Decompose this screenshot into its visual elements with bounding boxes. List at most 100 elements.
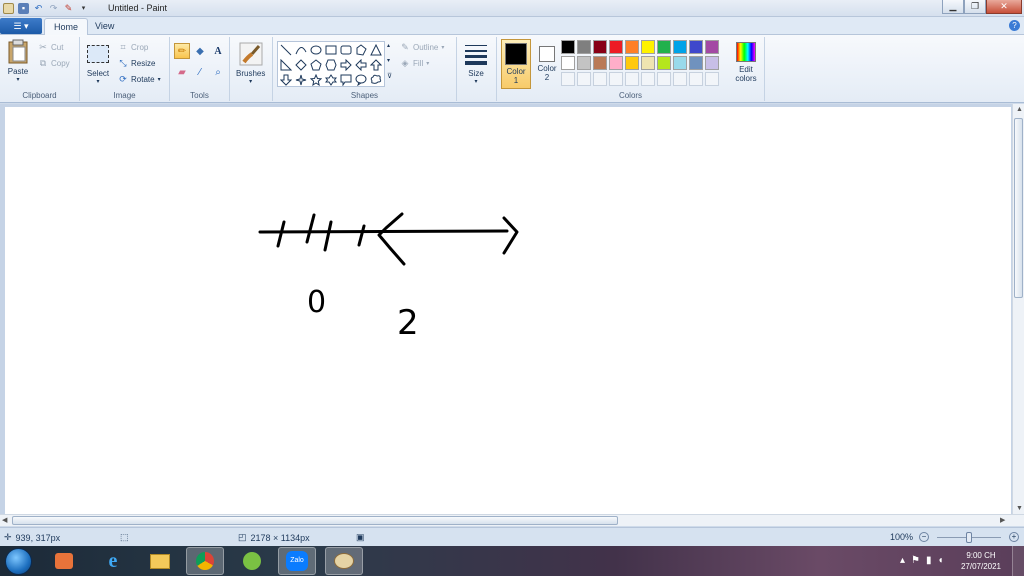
qat-dropdown-icon[interactable]: ▾ xyxy=(78,3,89,14)
palette-color-swatch[interactable] xyxy=(593,56,607,70)
taskbar-paint[interactable] xyxy=(325,547,363,575)
taskbar-internet-explorer[interactable]: e xyxy=(94,547,132,575)
palette-color-swatch[interactable] xyxy=(593,40,607,54)
pencil-tool[interactable]: ✏ xyxy=(174,43,190,59)
scroll-up-arrow-icon[interactable]: ▲ xyxy=(1016,106,1023,113)
color1-selector[interactable]: Color 1 xyxy=(501,39,531,89)
scroll-right-arrow-icon[interactable]: ▶ xyxy=(1000,516,1005,524)
palette-color-swatch[interactable] xyxy=(657,40,671,54)
zoom-in-icon[interactable]: + xyxy=(1009,532,1019,542)
shapes-scroll-down[interactable]: ▾ xyxy=(387,57,390,64)
oval-shape-icon[interactable] xyxy=(309,43,323,57)
volume-icon[interactable]: ◖ xyxy=(938,555,944,566)
copy-button[interactable]: ⧉ Copy xyxy=(38,58,70,68)
clock[interactable]: 9:00 CH 27/07/2021 xyxy=(957,550,1005,572)
diamond-shape-icon[interactable] xyxy=(294,58,308,72)
outline-button[interactable]: ✎ Outline ▾ xyxy=(400,42,444,52)
eraser-tool[interactable]: ▰ xyxy=(174,64,190,80)
close-button[interactable]: ✕ xyxy=(986,0,1022,14)
restore-button[interactable]: ❐ xyxy=(964,0,986,14)
five-point-star-shape-icon[interactable] xyxy=(309,73,323,87)
palette-color-swatch[interactable] xyxy=(609,40,623,54)
palette-custom-slot[interactable] xyxy=(609,72,623,86)
palette-color-swatch[interactable] xyxy=(625,56,639,70)
text-tool[interactable]: A xyxy=(210,43,226,59)
color-picker-tool[interactable]: ⁄ xyxy=(192,64,208,80)
palette-color-swatch[interactable] xyxy=(641,40,655,54)
shapes-scroll-up[interactable]: ▴ xyxy=(387,42,390,49)
palette-color-swatch[interactable] xyxy=(673,56,687,70)
help-icon[interactable]: ? xyxy=(1009,20,1020,31)
vertical-scroll-thumb[interactable] xyxy=(1014,118,1023,298)
palette-custom-slot[interactable] xyxy=(673,72,687,86)
horizontal-scrollbar[interactable]: ◀ ▶ xyxy=(0,514,1024,526)
palette-color-swatch[interactable] xyxy=(705,40,719,54)
palette-color-swatch[interactable] xyxy=(561,40,575,54)
palette-color-swatch[interactable] xyxy=(577,40,591,54)
color2-selector[interactable]: Color 2 xyxy=(532,39,562,89)
rounded-rectangle-shape-icon[interactable] xyxy=(339,43,353,57)
palette-custom-slot[interactable] xyxy=(577,72,591,86)
palette-custom-slot[interactable] xyxy=(593,72,607,86)
oval-callout-shape-icon[interactable] xyxy=(354,73,368,87)
vertical-scrollbar[interactable]: ▲ ▼ xyxy=(1012,104,1024,514)
rectangular-callout-shape-icon[interactable] xyxy=(339,73,353,87)
taskbar-file-explorer[interactable] xyxy=(141,547,179,575)
zoom-out-icon[interactable]: − xyxy=(919,532,929,542)
horizontal-scroll-thumb[interactable] xyxy=(12,516,618,525)
fill-tool[interactable]: ◆ xyxy=(192,43,208,59)
paste-button[interactable]: Paste ▾ xyxy=(5,39,31,83)
right-triangle-shape-icon[interactable] xyxy=(279,58,293,72)
palette-color-swatch[interactable] xyxy=(705,56,719,70)
taskbar-zalo[interactable]: Zalo xyxy=(278,547,316,575)
brushes-button[interactable]: Brushes ▾ xyxy=(236,41,265,85)
edit-colors-button[interactable]: Edit colors xyxy=(731,41,761,83)
palette-color-swatch[interactable] xyxy=(673,40,687,54)
right-arrow-shape-icon[interactable] xyxy=(339,58,353,72)
magnifier-tool[interactable]: ⌕ xyxy=(210,64,226,80)
taskbar-chrome[interactable] xyxy=(186,547,224,575)
six-point-star-shape-icon[interactable] xyxy=(324,73,338,87)
palette-color-swatch[interactable] xyxy=(625,40,639,54)
palette-custom-slot[interactable] xyxy=(657,72,671,86)
rectangle-shape-icon[interactable] xyxy=(324,43,338,57)
cloud-callout-shape-icon[interactable] xyxy=(369,73,383,87)
palette-custom-slot[interactable] xyxy=(705,72,719,86)
triangle-shape-icon[interactable] xyxy=(369,43,383,57)
palette-color-swatch[interactable] xyxy=(577,56,591,70)
resize-button[interactable]: ⤡ Resize xyxy=(118,58,155,68)
taskbar-media-player[interactable] xyxy=(45,547,83,575)
taskbar-app[interactable] xyxy=(233,547,271,575)
start-button[interactable] xyxy=(5,548,32,575)
scroll-down-arrow-icon[interactable]: ▼ xyxy=(1016,505,1023,512)
polygon-shape-icon[interactable] xyxy=(354,43,368,57)
tab-view[interactable]: View xyxy=(86,18,123,36)
fill-button[interactable]: ◈ Fill ▾ xyxy=(400,58,430,68)
zoom-slider-thumb[interactable] xyxy=(966,532,972,543)
shapes-more[interactable]: ⊽ xyxy=(387,72,392,80)
power-icon[interactable]: ▮ xyxy=(926,555,932,566)
up-arrow-shape-icon[interactable] xyxy=(369,58,383,72)
four-point-star-shape-icon[interactable] xyxy=(294,73,308,87)
paint-menu-button[interactable]: ☰ ▾ xyxy=(0,18,42,34)
crop-button[interactable]: ⌗ Crop xyxy=(118,42,148,52)
select-button[interactable]: Select ▾ xyxy=(85,41,111,85)
palette-color-swatch[interactable] xyxy=(561,56,575,70)
minimize-button[interactable]: ▁ xyxy=(942,0,964,14)
tab-home[interactable]: Home xyxy=(44,18,89,36)
rotate-button[interactable]: ⟳ Rotate ▾ xyxy=(118,74,160,84)
palette-color-swatch[interactable] xyxy=(641,56,655,70)
size-button[interactable]: Size ▾ xyxy=(463,41,489,85)
down-arrow-shape-icon[interactable] xyxy=(279,73,293,87)
action-center-flag-icon[interactable]: ⚑ xyxy=(911,555,920,566)
show-desktop-button[interactable] xyxy=(1012,546,1024,576)
pentagon-shape-icon[interactable] xyxy=(309,58,323,72)
paint-app-icon[interactable] xyxy=(3,2,14,14)
palette-color-swatch[interactable] xyxy=(657,56,671,70)
hexagon-shape-icon[interactable] xyxy=(324,58,338,72)
palette-custom-slot[interactable] xyxy=(641,72,655,86)
drawing-canvas[interactable]: 0 2 xyxy=(5,107,1011,514)
left-arrow-shape-icon[interactable] xyxy=(354,58,368,72)
palette-custom-slot[interactable] xyxy=(561,72,575,86)
redo-icon[interactable]: ↷ xyxy=(48,3,59,14)
